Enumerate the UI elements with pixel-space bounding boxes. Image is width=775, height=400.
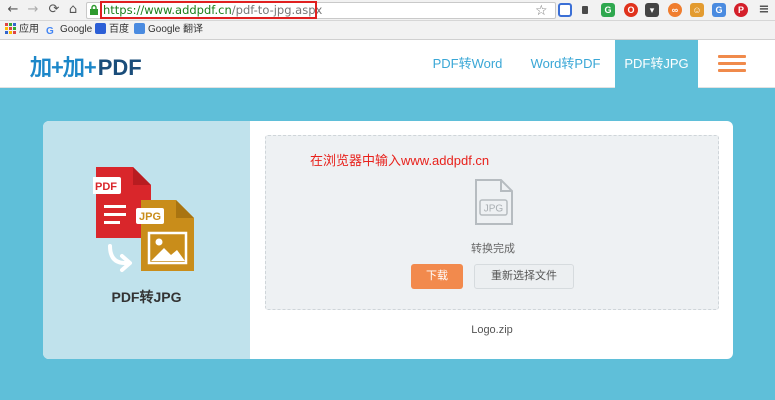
pdf-to-jpg-icon: PDF JPG: [93, 167, 194, 272]
conversion-card: PDF JPG PDF转JPG 在浏览器中输入www.addpdf.cn JPG…: [43, 121, 733, 359]
nav-word-to-pdf[interactable]: Word转PDF: [518, 40, 613, 88]
bookmark-label: Google: [60, 24, 93, 35]
bookmark-star-icon[interactable]: ☆: [535, 2, 548, 18]
baidu-icon: [95, 23, 106, 34]
tool-title: PDF转JPG: [111, 289, 182, 305]
infinity-extension-icon[interactable]: ∞: [668, 3, 682, 17]
evernote-extension-icon[interactable]: G: [601, 3, 615, 17]
pocket-extension-icon[interactable]: ▾: [645, 3, 659, 17]
smiley-extension-icon[interactable]: ☺: [690, 3, 704, 17]
output-filename[interactable]: Logo.zip: [265, 324, 719, 336]
status-text: 转换完成: [471, 243, 515, 255]
bookmark-label: Google 翻译: [148, 24, 204, 35]
browser-toolbar: ← → ⟳ ⌂ https://www.addpdf.cn/pdf-to-jpg…: [0, 0, 775, 21]
bookmark-google-translate[interactable]: Google 翻译: [134, 23, 203, 37]
bookmark-google[interactable]: G Google: [46, 23, 92, 37]
logo-cn-text: 加+加+: [30, 55, 97, 80]
instruction-text: 在浏览器中输入www.addpdf.cn: [310, 153, 490, 168]
jpg-file-icon: JPG: [475, 179, 513, 225]
google-icon: G: [46, 26, 54, 37]
result-area: 在浏览器中输入www.addpdf.cn JPG 转换完成 下载 重新选择文件: [265, 135, 719, 310]
bookmark-baidu[interactable]: 百度: [95, 23, 129, 37]
bookmark-apps[interactable]: 应用: [5, 23, 39, 37]
logo-en-text: PDF: [97, 55, 142, 80]
pinterest-extension-icon[interactable]: P: [734, 3, 748, 17]
lock-icon: [90, 4, 98, 15]
site-header: 加+加+PDF PDF转Word Word转PDF PDF转JPG: [0, 40, 775, 88]
back-icon[interactable]: ←: [5, 2, 21, 18]
reselect-file-button[interactable]: 重新选择文件: [474, 264, 574, 289]
reload-icon[interactable]: ⟳: [46, 2, 62, 18]
bookmark-label: 应用: [19, 24, 39, 35]
pdf-badge-text: PDF: [95, 181, 117, 193]
nav-pdf-to-word[interactable]: PDF转Word: [420, 40, 515, 88]
bookmark-label: 百度: [109, 24, 129, 35]
jpg-file-label: JPG: [484, 204, 504, 215]
extension-small-icon[interactable]: [582, 6, 588, 14]
url-highlight-box: [100, 1, 317, 19]
shield-extension-icon[interactable]: [558, 3, 572, 17]
opera-extension-icon[interactable]: O: [624, 3, 638, 17]
translate-extension-icon[interactable]: G: [712, 3, 726, 17]
forward-icon[interactable]: →: [25, 2, 41, 18]
tool-panel: PDF JPG PDF转JPG: [43, 121, 250, 359]
apps-grid-icon: [5, 23, 16, 34]
jpg-badge-text: JPG: [139, 211, 161, 223]
site-logo[interactable]: 加+加+PDF: [30, 50, 142, 80]
home-icon[interactable]: ⌂: [65, 2, 81, 18]
bookmarks-bar: 应用 G Google 百度 Google 翻译: [0, 21, 775, 40]
google-translate-icon: [134, 23, 145, 34]
nav-pdf-to-jpg[interactable]: PDF转JPG: [615, 40, 698, 88]
download-button[interactable]: 下载: [411, 264, 463, 289]
hamburger-menu-icon[interactable]: [718, 55, 746, 73]
menu-icon[interactable]: ≡: [756, 2, 772, 18]
